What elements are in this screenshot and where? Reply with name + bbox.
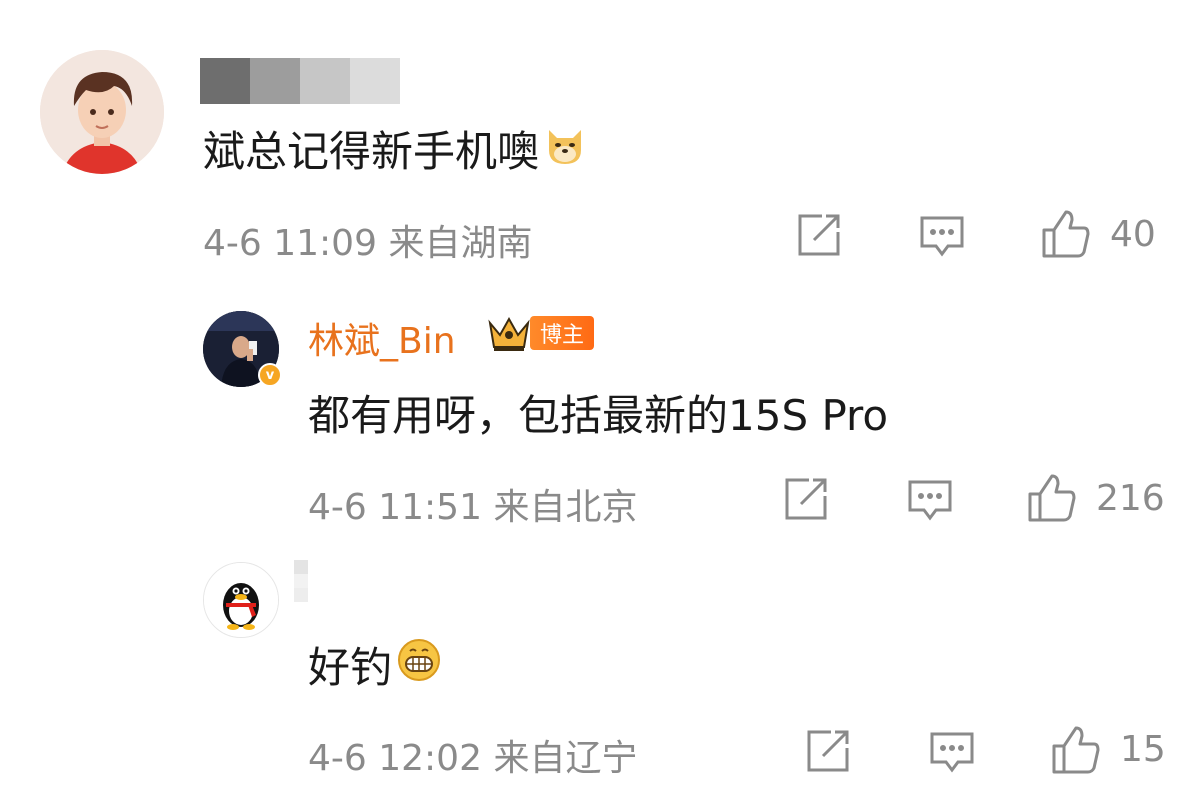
comment-icon[interactable] <box>918 214 966 262</box>
blogger-name[interactable]: 林斌_Bin <box>308 312 456 364</box>
comment-icon[interactable] <box>906 478 954 526</box>
author-tag: 博主 <box>530 316 594 350</box>
crown-icon <box>486 313 532 353</box>
comment-text: 斌总记得新手机噢 <box>203 118 587 179</box>
share-icon[interactable] <box>805 728 851 778</box>
comment-meta: 4-6 12:02 来自辽宁 <box>308 738 638 779</box>
like-count: 216 <box>1096 478 1165 519</box>
comment-meta: 4-6 11:51 来自北京 <box>308 487 638 528</box>
blogger-avatar[interactable]: v <box>203 311 282 387</box>
like-count: 15 <box>1120 729 1166 770</box>
share-icon[interactable] <box>796 212 842 262</box>
qq-penguin-avatar[interactable] <box>203 562 279 638</box>
blurred-username <box>294 560 308 602</box>
share-icon[interactable] <box>783 476 829 526</box>
doge-emoji <box>543 122 587 176</box>
like-icon[interactable] <box>1050 724 1102 780</box>
comment-meta: 4-6 11:09 来自湖南 <box>203 223 533 264</box>
comment-text: 好钓 <box>308 634 442 695</box>
comment-icon[interactable] <box>928 730 976 778</box>
like-icon[interactable] <box>1026 472 1078 528</box>
blurred-username <box>200 58 400 104</box>
like-count: 40 <box>1110 214 1156 255</box>
grin-emoji <box>396 637 442 693</box>
like-icon[interactable] <box>1040 208 1092 264</box>
verified-badge: v <box>258 363 282 387</box>
comment-text: 都有用呀，包括最新的15S Pro <box>308 391 889 440</box>
user-avatar[interactable] <box>40 50 164 174</box>
